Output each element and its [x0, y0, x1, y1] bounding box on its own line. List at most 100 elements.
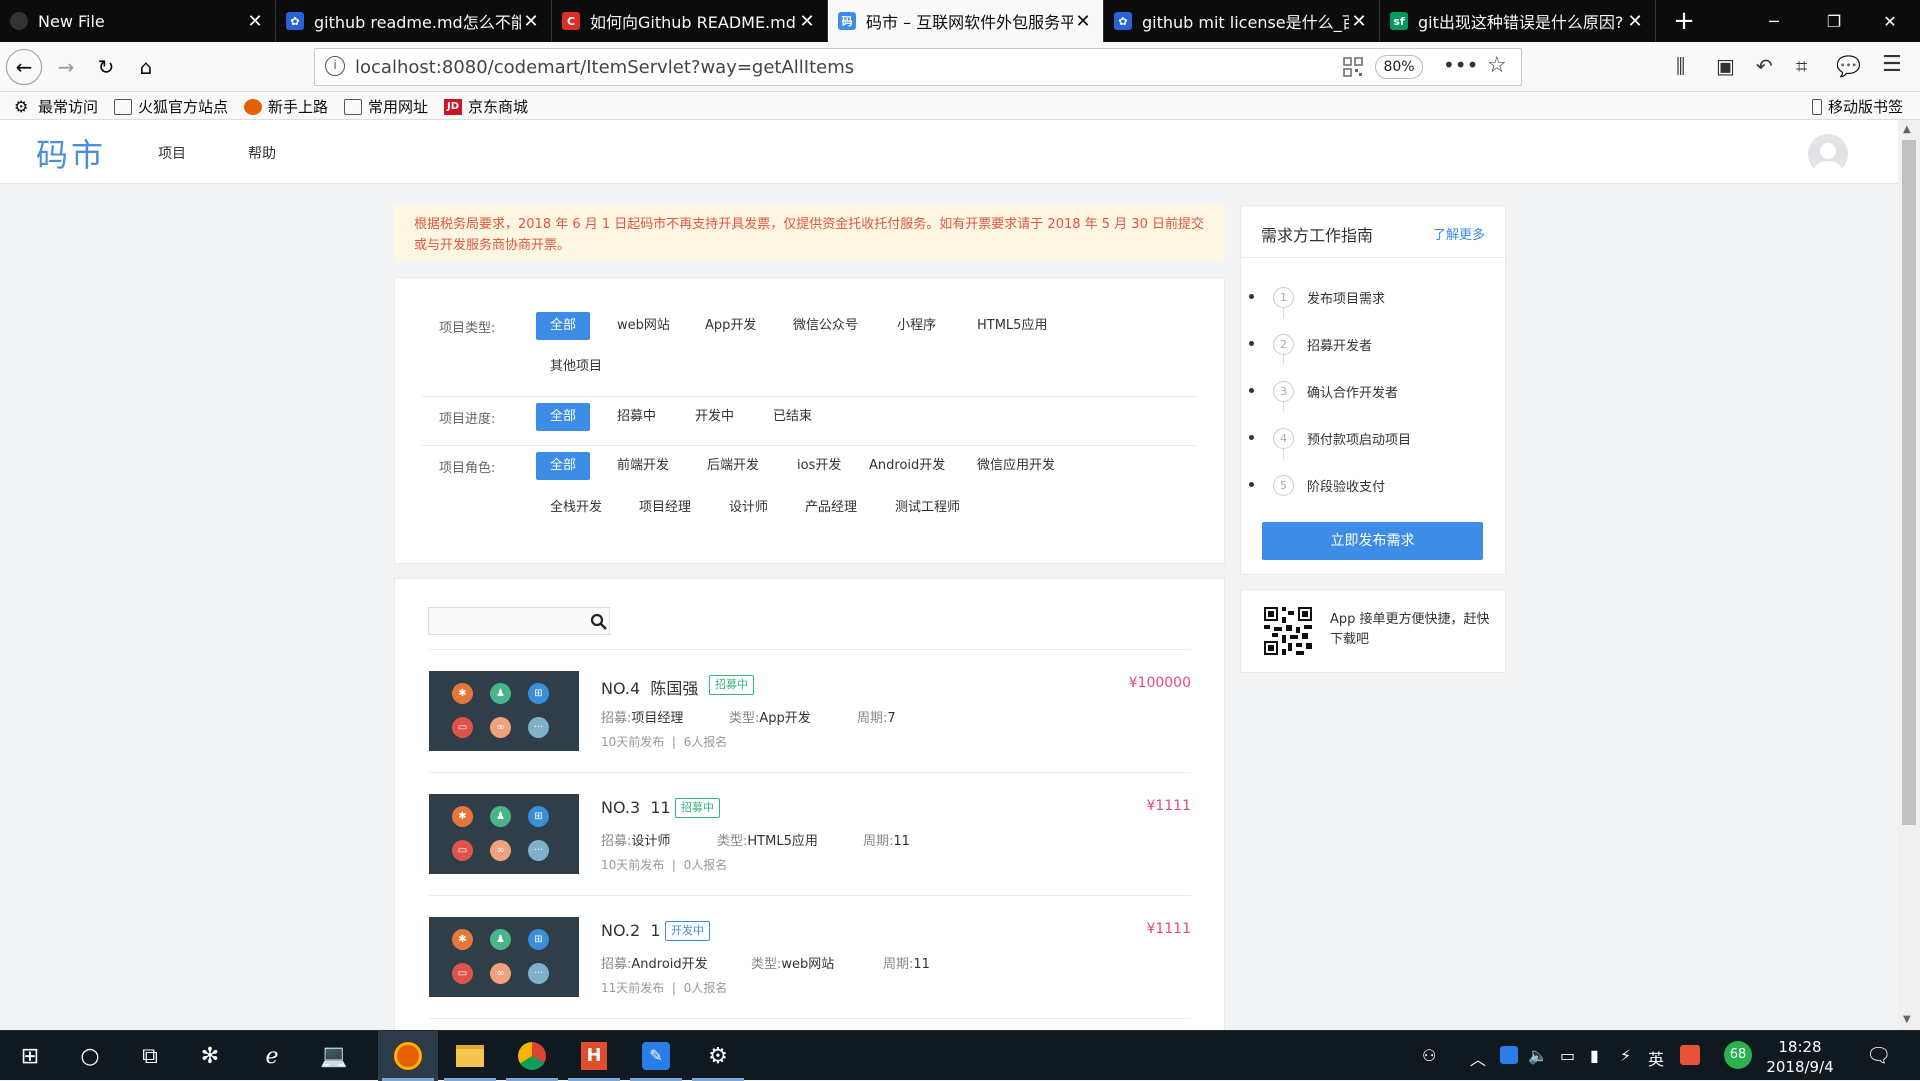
filter-progress-all[interactable]: 全部	[536, 403, 591, 431]
bookmark-most-visited[interactable]: ⚙ 最常访问	[14, 96, 98, 117]
filter-progress-developing[interactable]: 开发中	[681, 403, 748, 431]
screenshot-icon[interactable]: ⌗	[1796, 54, 1807, 78]
ime-indicator[interactable]: 英	[1648, 1046, 1664, 1070]
sidebar-icon[interactable]: ▣	[1716, 54, 1735, 78]
bookmark-getting-started[interactable]: 新手上路	[244, 96, 328, 117]
learn-more-link[interactable]: 了解更多	[1433, 224, 1485, 243]
show-hidden-icons[interactable]: ︿	[1470, 1046, 1486, 1070]
filter-type-html5[interactable]: HTML5应用	[963, 312, 1061, 340]
tab-codemart[interactable]: 码 码市 – 互联网软件外包服务平台 ✕	[828, 0, 1104, 42]
filter-role-backend[interactable]: 后端开发	[693, 452, 773, 480]
filter-progress-recruiting[interactable]: 招募中	[603, 403, 670, 431]
home-icon[interactable]: ⌂	[128, 49, 164, 85]
project-item[interactable]: ✱ ♟ ⊞ ▭ ∞ ··· NO.4 陈国强 招募中 ¥100000 招募:项目…	[429, 671, 1191, 753]
tab-mit-license[interactable]: ✿ github mit license是什么_百度 ✕	[1104, 0, 1380, 42]
qr-code-icon[interactable]	[1343, 57, 1363, 77]
editor-app-icon[interactable]: ✎	[626, 1031, 686, 1081]
site-logo[interactable]: 码市	[36, 130, 106, 176]
close-icon[interactable]: ✕	[797, 11, 817, 32]
network-icon[interactable]: ▭	[1560, 1046, 1575, 1065]
tab-segmentfault[interactable]: sf git出现这种错误是什么原因? - ✕	[1380, 0, 1656, 42]
filter-type-miniprogram[interactable]: 小程序	[883, 312, 950, 340]
project-title[interactable]: NO.3 11	[601, 798, 671, 817]
filter-role-pm[interactable]: 项目经理	[625, 494, 705, 522]
project-item[interactable]: ✱ ♟ ⊞ ▭ ∞ ··· NO.3 11 招募中 ¥1111 招募:设计师 类…	[429, 794, 1191, 876]
hbuilder-icon[interactable]: H	[564, 1031, 624, 1081]
pinwheel-app-icon[interactable]: ✻	[180, 1031, 240, 1081]
search-input[interactable]	[428, 607, 610, 635]
close-icon[interactable]: ✕	[1349, 11, 1369, 32]
close-icon[interactable]: ✕	[521, 11, 541, 32]
minimize-icon[interactable]: ─	[1746, 0, 1802, 42]
forward-button[interactable]: →	[48, 49, 84, 85]
ie-icon[interactable]: ℯ	[242, 1031, 302, 1081]
nav-projects[interactable]: 项目	[158, 143, 186, 163]
laptop-app-icon[interactable]: 💻	[304, 1031, 364, 1081]
windows-start-icon[interactable]: ⊞	[0, 1031, 60, 1081]
bookmark-firefox-sites[interactable]: 火狐官方站点	[114, 96, 228, 117]
filter-role-all[interactable]: 全部	[536, 452, 591, 480]
tomcat-app-icon[interactable]: ⚙	[688, 1031, 748, 1081]
tab-new-file[interactable]: New File ✕	[0, 0, 276, 42]
bookmark-common-sites[interactable]: 常用网址	[344, 96, 428, 117]
scroll-up-icon[interactable]: ▲	[1903, 124, 1911, 135]
more-actions-icon[interactable]: •••	[1443, 53, 1478, 77]
nav-help[interactable]: 帮助	[248, 143, 276, 163]
project-item[interactable]: ✱ ♟ ⊞ ▭ ∞ ··· NO.2 1 开发中 ¥1111 招募:Androi…	[429, 917, 1191, 999]
filter-type-all[interactable]: 全部	[536, 312, 591, 340]
wifi-off-icon[interactable]: ⚡	[1620, 1046, 1631, 1065]
publish-requirement-button[interactable]: 立即发布需求	[1262, 522, 1483, 560]
firefox-taskbar-icon[interactable]	[378, 1031, 438, 1081]
filter-role-designer[interactable]: 设计师	[715, 494, 782, 522]
filter-role-ios[interactable]: ios开发	[783, 452, 855, 480]
scrollbar-thumb[interactable]	[1902, 140, 1916, 825]
filter-role-product[interactable]: 产品经理	[791, 494, 871, 522]
scroll-down-icon[interactable]: ▼	[1903, 1014, 1911, 1025]
bookmark-star-icon[interactable]: ☆	[1487, 53, 1507, 78]
cortana-search-icon[interactable]: ○	[60, 1031, 120, 1081]
zoom-level-button[interactable]: 80%	[1375, 55, 1423, 79]
filter-type-other[interactable]: 其他项目	[536, 353, 616, 381]
filter-type-web[interactable]: web网站	[603, 312, 684, 340]
url-bar[interactable]: i localhost:8080/codemart/ItemServlet?wa…	[314, 48, 1522, 86]
menu-icon[interactable]: ☰	[1882, 52, 1902, 77]
new-tab-button[interactable]: +	[1656, 0, 1712, 42]
tray-app-icon[interactable]	[1500, 1046, 1518, 1064]
chrome-icon[interactable]	[502, 1031, 562, 1081]
chat-icon[interactable]: 💬	[1836, 54, 1861, 78]
info-icon[interactable]: i	[325, 56, 345, 76]
undo-icon[interactable]: ↶	[1756, 54, 1773, 78]
back-button[interactable]: ←	[6, 49, 42, 85]
filter-role-wechat-app[interactable]: 微信应用开发	[963, 452, 1069, 480]
library-icon[interactable]: ⫼	[1676, 54, 1685, 78]
system-clock[interactable]: 18:28 2018/9/4	[1760, 1037, 1840, 1077]
project-title[interactable]: NO.4 陈国强	[601, 675, 698, 699]
bookmark-mobile[interactable]: 移动版书签	[1812, 96, 1903, 117]
close-icon[interactable]: ✕	[1625, 11, 1645, 32]
filter-role-qa[interactable]: 测试工程师	[881, 494, 974, 522]
avatar[interactable]	[1808, 134, 1848, 174]
filter-role-android[interactable]: Android开发	[855, 452, 959, 480]
filter-type-app[interactable]: App开发	[691, 312, 770, 340]
close-icon[interactable]: ✕	[1073, 11, 1093, 32]
qr-code-icon[interactable]	[1262, 605, 1314, 657]
filter-role-frontend[interactable]: 前端开发	[603, 452, 683, 480]
project-title[interactable]: NO.2 1	[601, 921, 661, 940]
search-icon[interactable]	[589, 612, 609, 632]
sogou-ime-icon[interactable]	[1680, 1045, 1700, 1065]
tab-github-readme[interactable]: ✿ github readme.md怎么不能用 ✕	[276, 0, 552, 42]
battery-icon[interactable]: ▮	[1590, 1046, 1599, 1065]
filter-progress-finished[interactable]: 已结束	[759, 403, 826, 431]
security-badge-icon[interactable]: 68	[1724, 1041, 1752, 1069]
restore-icon[interactable]: ❐	[1806, 0, 1862, 42]
task-view-icon[interactable]: ⧉	[120, 1031, 180, 1081]
reload-icon[interactable]: ↻	[88, 49, 124, 85]
close-window-icon[interactable]: ✕	[1862, 0, 1918, 42]
notification-icon[interactable]: 🗨	[1866, 1043, 1891, 1067]
page-scrollbar[interactable]: ▲ ▼	[1898, 120, 1920, 1030]
bookmark-jd[interactable]: JD 京东商城	[444, 96, 528, 117]
tab-csdn[interactable]: C 如何向Github README.md中 ✕	[552, 0, 828, 42]
file-explorer-icon[interactable]	[440, 1031, 500, 1081]
volume-icon[interactable]: 🔈	[1528, 1046, 1548, 1065]
filter-type-wechat[interactable]: 微信公众号	[779, 312, 872, 340]
